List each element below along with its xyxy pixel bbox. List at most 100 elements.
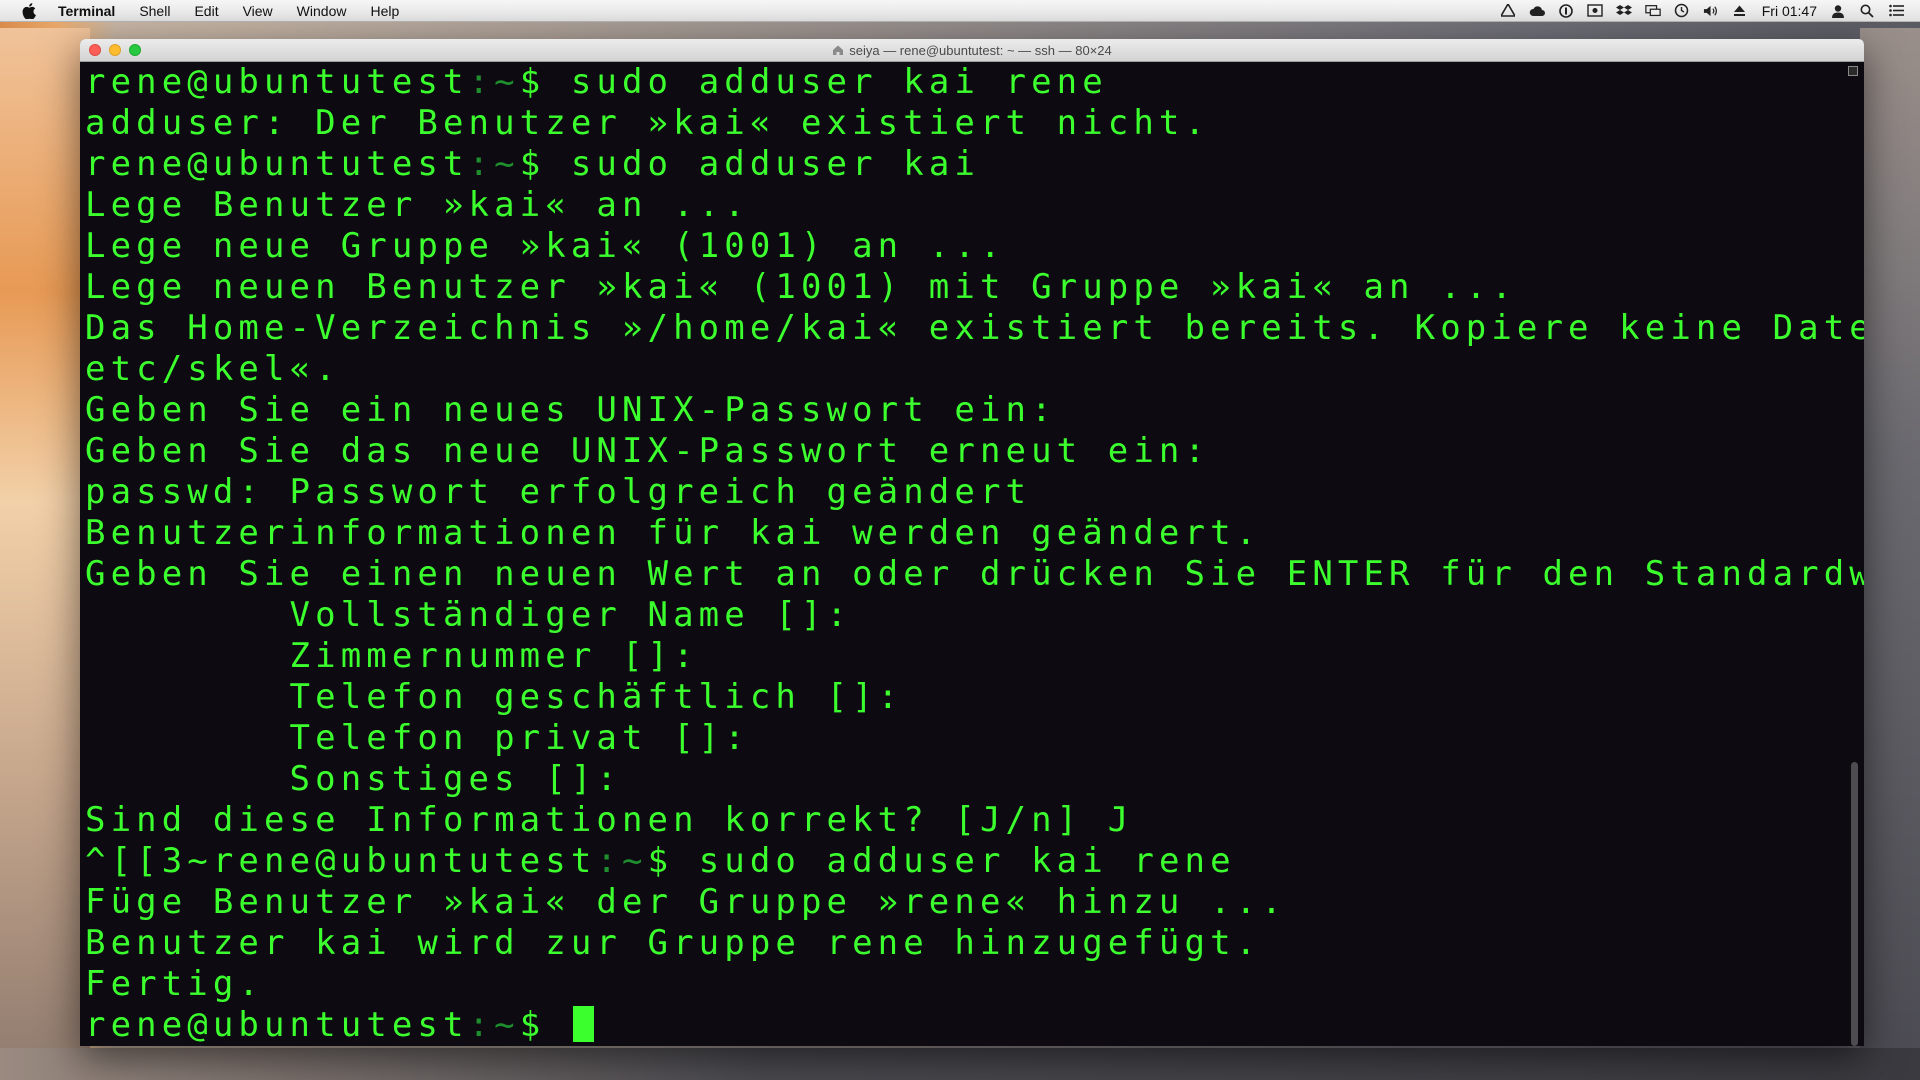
output-text: Das Home-Verzeichnis »/home/kai« existie…	[85, 308, 1864, 348]
prompt-path: ~	[494, 62, 520, 102]
menu-edit[interactable]: Edit	[192, 3, 220, 19]
output-text: Lege neuen Benutzer »kai« (1001) mit Gru…	[85, 267, 1517, 307]
output-line: Fertig.	[85, 964, 1848, 1005]
output-text: Fertig.	[85, 964, 264, 1004]
window-titlebar[interactable]: seiya — rene@ubuntutest: ~ — ssh — 80×24	[80, 39, 1864, 62]
output-text: Sind diese Informationen korrekt? [J/n] …	[85, 800, 1134, 840]
minimize-button[interactable]	[109, 44, 121, 56]
prompt-symbol: $	[519, 144, 571, 184]
output-line: passwd: Passwort erfolgreich geändert	[85, 472, 1848, 513]
prompt-symbol: $	[519, 62, 571, 102]
menu-clock[interactable]: Fri 01:47	[1762, 3, 1817, 19]
window-controls	[89, 44, 149, 56]
output-text: Benutzerinformationen für kai werden geä…	[85, 513, 1262, 553]
output-line: Das Home-Verzeichnis »/home/kai« existie…	[85, 308, 1864, 349]
command-text: sudo adduser kai rene	[570, 62, 1108, 102]
output-text: Füge Benutzer »kai« der Gruppe »rene« hi…	[85, 882, 1287, 922]
prompt-user-host: rene@ubuntutest	[85, 1005, 469, 1045]
prompt-line: rene@ubuntutest:~$	[85, 1005, 1848, 1046]
prompt-user-host: rene@ubuntutest	[212, 841, 597, 881]
menu-shell[interactable]: Shell	[137, 3, 172, 19]
cloud-icon[interactable]	[1529, 4, 1545, 18]
prompt-path: ~	[494, 144, 520, 184]
terminal-output[interactable]: rene@ubuntutest:~$ sudo adduser kai rene…	[80, 62, 1864, 1046]
desktop-wallpaper-right	[1860, 28, 1920, 1080]
output-line: Telefon privat []:	[85, 718, 1848, 759]
home-folder-icon	[832, 44, 844, 56]
prompt-user-host: rene@ubuntutest	[85, 62, 469, 102]
output-line: Zimmernummer []:	[85, 636, 1848, 677]
prompt-separator: :	[596, 841, 622, 881]
prompt-separator: :	[468, 62, 495, 102]
prompt-path: ~	[494, 1005, 520, 1045]
output-line: Telefon geschäftlich []:	[85, 677, 1848, 718]
prompt-symbol: $	[647, 841, 699, 881]
output-line: Geben Sie ein neues UNIX-Passwort ein:	[85, 390, 1848, 431]
output-text: Zimmernummer []:	[85, 636, 699, 676]
output-text: Lege neue Gruppe »kai« (1001) an ...	[85, 226, 1006, 266]
window-title-text: seiya — rene@ubuntutest: ~ — ssh — 80×24	[849, 42, 1112, 58]
output-text: Telefon geschäftlich []:	[85, 677, 904, 717]
output-line: Füge Benutzer »kai« der Gruppe »rene« hi…	[85, 882, 1848, 923]
menu-window[interactable]: Window	[295, 3, 349, 19]
output-text: Sonstiges []:	[85, 759, 622, 799]
command-text: sudo adduser kai rene	[698, 841, 1236, 881]
zoom-button[interactable]	[129, 44, 141, 56]
eject-icon[interactable]	[1732, 4, 1748, 18]
menu-view[interactable]: View	[241, 3, 275, 19]
menu-help[interactable]: Help	[368, 3, 401, 19]
apple-icon[interactable]	[20, 2, 38, 20]
text-cursor[interactable]	[572, 1006, 594, 1042]
prompt-user-host: rene@ubuntutest	[85, 144, 469, 184]
output-text: Vollständiger Name []:	[85, 595, 853, 635]
menu-bar: Terminal Shell Edit View Window Help Fri…	[0, 0, 1920, 22]
output-line: etc/skel«.	[85, 349, 1848, 390]
prompt-path: ~	[621, 841, 648, 881]
scroll-up-arrow[interactable]	[1848, 66, 1858, 76]
output-line: Sind diese Informationen korrekt? [J/n] …	[85, 800, 1848, 841]
prompt-symbol: $	[519, 1005, 571, 1045]
screen-record-icon[interactable]	[1587, 4, 1603, 18]
menu-app-terminal[interactable]: Terminal	[56, 3, 117, 19]
dropbox-icon[interactable]	[1615, 4, 1632, 18]
output-text: passwd: Passwort erfolgreich geändert	[85, 472, 1032, 512]
notification-list-icon[interactable]	[1888, 4, 1904, 18]
output-line: adduser: Der Benutzer »kai« existiert ni…	[85, 103, 1848, 144]
time-machine-icon[interactable]	[1674, 3, 1690, 18]
prompt-separator: :	[468, 144, 495, 184]
output-text: adduser: Der Benutzer »kai« existiert ni…	[85, 103, 1211, 143]
scroll-thumb[interactable]	[1851, 762, 1858, 1046]
user-icon[interactable]	[1830, 4, 1846, 18]
volume-icon[interactable]	[1703, 4, 1719, 18]
prompt-line: rene@ubuntutest:~$ sudo adduser kai rene	[85, 62, 1848, 103]
output-text: etc/skel«.	[85, 349, 341, 389]
status-area: Fri 01:47	[1487, 3, 1920, 19]
output-text: Geben Sie das neue UNIX-Passwort erneut …	[85, 431, 1211, 471]
output-line: Lege neuen Benutzer »kai« (1001) mit Gru…	[85, 267, 1848, 308]
output-line: Vollständiger Name []:	[85, 595, 1848, 636]
prompt-separator: :	[468, 1005, 495, 1045]
output-text: Benutzer kai wird zur Gruppe rene hinzug…	[85, 923, 1262, 963]
window-title: seiya — rene@ubuntutest: ~ — ssh — 80×24	[832, 43, 1112, 58]
drive-icon[interactable]	[1500, 4, 1516, 18]
output-text: Geben Sie ein neues UNIX-Passwort ein:	[85, 390, 1057, 430]
command-text: sudo adduser kai	[570, 144, 980, 184]
output-line: Lege neue Gruppe »kai« (1001) an ...	[85, 226, 1848, 267]
prompt-line: ^[[3~rene@ubuntutest:~$ sudo adduser kai…	[85, 841, 1848, 882]
output-text: Telefon privat []:	[85, 718, 750, 758]
desktop-wallpaper-left	[0, 28, 90, 1080]
close-button[interactable]	[89, 44, 101, 56]
output-line: Benutzerinformationen für kai werden geä…	[85, 513, 1848, 554]
output-line: Sonstiges []:	[85, 759, 1848, 800]
output-line: Geben Sie das neue UNIX-Passwort erneut …	[85, 431, 1848, 472]
terminal-scrollbar[interactable]	[1848, 62, 1860, 1046]
spotlight-search-icon[interactable]	[1859, 4, 1875, 18]
output-line: Benutzer kai wird zur Gruppe rene hinzug…	[85, 923, 1848, 964]
output-text: Geben Sie einen neuen Wert an oder drück…	[85, 554, 1864, 594]
output-text: Lege Benutzer »kai« an ...	[85, 185, 750, 225]
desktop-wallpaper-bottom	[0, 1048, 1920, 1080]
display-icon[interactable]	[1645, 4, 1661, 18]
escape-sequence: ^[[3~	[85, 841, 213, 881]
prompt-line: rene@ubuntutest:~$ sudo adduser kai	[85, 144, 1848, 185]
onepassword-icon[interactable]	[1558, 3, 1574, 18]
